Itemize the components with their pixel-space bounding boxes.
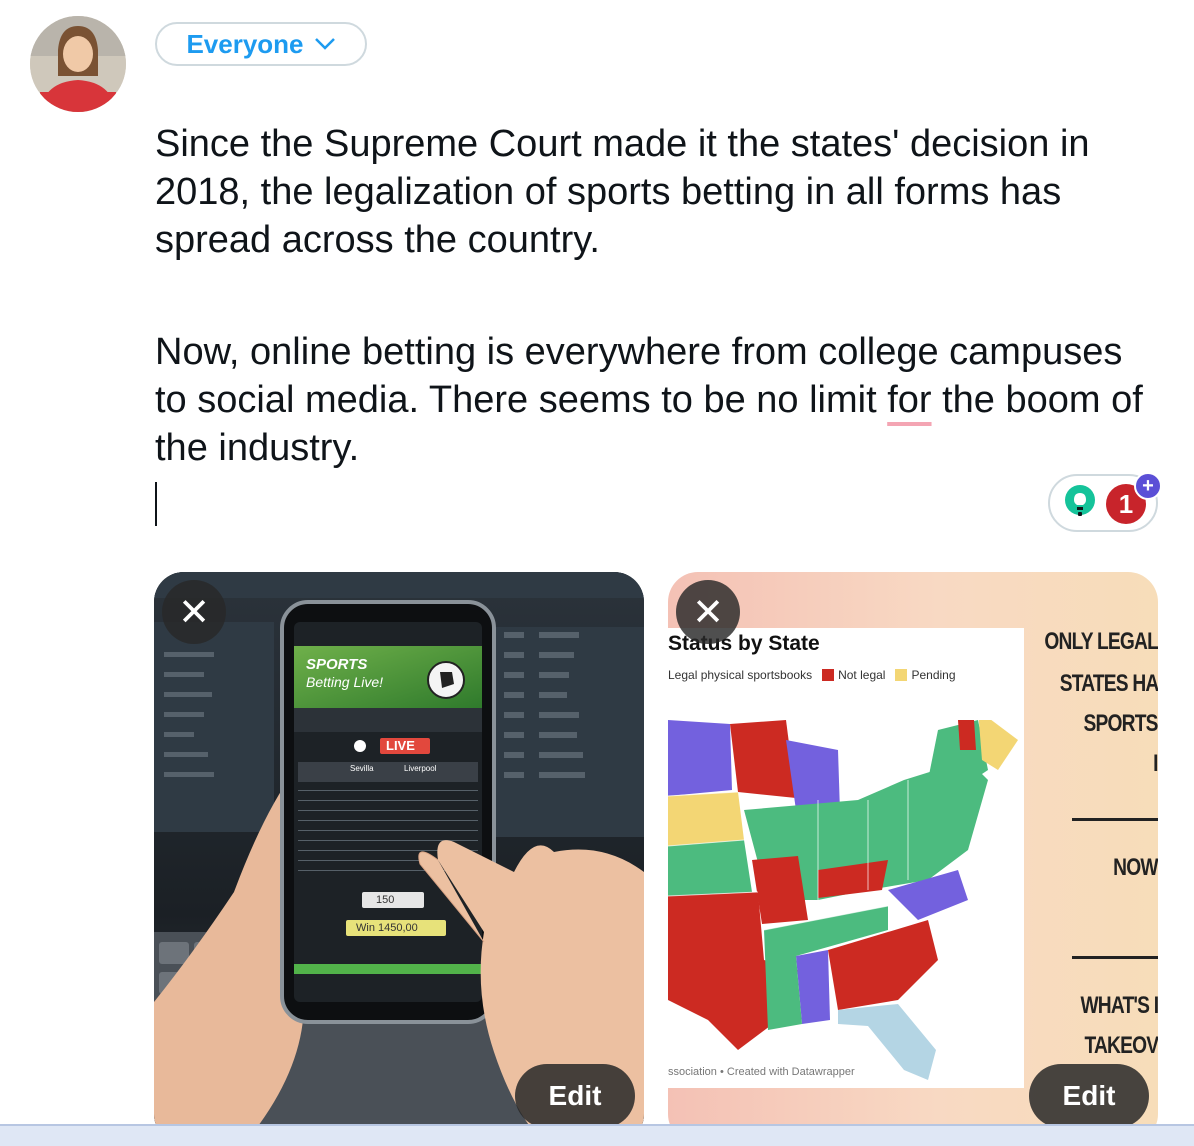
map-credit: ssociation • Created with Datawrapper [668, 1066, 855, 1078]
map-card: Status by State Legal physical sportsboo… [668, 628, 1024, 1088]
remove-media-2-button[interactable]: ✕ [676, 580, 740, 644]
graphic-divider-1 [1072, 818, 1158, 821]
phone-team-1: Sevilla [350, 764, 374, 773]
remove-media-1-button[interactable]: ✕ [162, 580, 226, 644]
us-state-map [668, 720, 1018, 1080]
legend-swatch-pending [895, 669, 908, 681]
graphic-text-line-2: STATES HA [1059, 670, 1158, 697]
legend-swatch-not-legal [822, 669, 835, 681]
legend-pending-label: Pending [911, 668, 956, 682]
audience-label: Everyone [186, 28, 304, 59]
chevron-down-icon [314, 38, 335, 50]
close-icon: ✕ [692, 591, 724, 634]
avatar[interactable] [30, 16, 126, 112]
phone-brand-tagline: Betting Live! [306, 674, 384, 690]
paragraph-2: Now, online betting is everywhere from c… [155, 328, 1155, 472]
graphic-divider-2 [1072, 956, 1158, 959]
graphic-text-line-7: TAKEOV [1084, 1032, 1158, 1059]
legend-legal: Legal physical sportsbooks [668, 668, 812, 682]
legend-legal-label: Legal physical sportsbooks [668, 668, 813, 682]
lightbulb-icon [1065, 485, 1095, 516]
legend-not-legal: Not legal [822, 668, 885, 682]
plus-icon[interactable]: + [1134, 472, 1162, 500]
phone-live-label: LIVE [386, 738, 415, 753]
spellcheck-flagged-word[interactable]: for [887, 379, 931, 421]
sports-betting-photo [154, 572, 644, 1144]
legend-not-legal-label: Not legal [838, 668, 886, 682]
text-caret [155, 482, 157, 526]
map-legend: Legal physical sportsbooks Not legal Pen… [668, 668, 956, 682]
edit-media-2-button[interactable]: Edit [1029, 1064, 1149, 1128]
media-attachment-1[interactable]: SPORTS Betting Live! LIVE Sevilla Liverp… [154, 572, 644, 1144]
phone-brand: SPORTS [306, 656, 368, 673]
graphic-text-line-1: ONLY LEGAL [1044, 628, 1158, 655]
graphic-text-line-3: SPORTS [1083, 710, 1158, 737]
phone-stake: 150 [376, 894, 395, 906]
audience-selector[interactable]: Everyone [155, 22, 367, 66]
avatar-image [30, 16, 126, 112]
close-icon: ✕ [178, 591, 210, 634]
graphic-text-line-5: NOW [1113, 854, 1158, 881]
phone-win: Win 1450,00 [356, 922, 418, 934]
edit-media-1-button[interactable]: Edit [515, 1064, 635, 1128]
legend-pending: Pending [895, 668, 956, 682]
bottom-toolbar-edge [0, 1124, 1194, 1146]
media-attachment-2[interactable]: Status by State Legal physical sportsboo… [668, 572, 1158, 1144]
compose-text-area[interactable]: Since the Supreme Court made it the stat… [155, 120, 1155, 472]
paragraph-1: Since the Supreme Court made it the stat… [155, 123, 1090, 261]
writing-assistant-widget[interactable]: 1 + [1048, 472, 1162, 532]
graphic-text-line-4: I [1153, 750, 1158, 777]
phone-team-2: Liverpool [404, 764, 437, 773]
graphic-text-line-6: WHAT'S I [1080, 992, 1158, 1019]
